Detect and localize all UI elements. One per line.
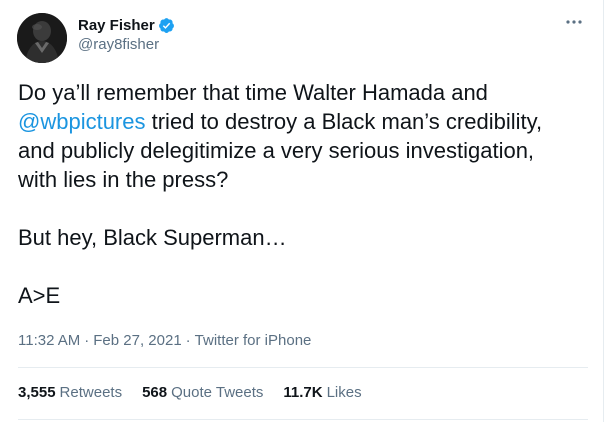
more-horizontal-icon <box>566 20 582 24</box>
more-options-button[interactable] <box>562 12 586 32</box>
tweet-line-3: and publicly delegitimize a very serious… <box>18 138 535 163</box>
tweet-time[interactable]: 11:32 AM <box>18 332 80 349</box>
author-handle[interactable]: @ray8fisher <box>78 36 159 53</box>
quote-tweets-label: Quote Tweets <box>171 384 264 401</box>
divider-bottom <box>18 419 588 420</box>
meta-separator: · <box>185 332 191 349</box>
meta-separator: · <box>84 332 90 349</box>
tweet-line-1: Do ya’ll remember that time Walter Hamad… <box>18 80 488 105</box>
tweet-stats: 3,555 Retweets 568 Quote Tweets 11.7K Li… <box>18 384 382 401</box>
quote-tweets-count: 568 <box>142 384 168 401</box>
tweet-line-2: @wbpictures tried to destroy a Black man… <box>18 107 588 136</box>
author-name-row: Ray Fisher <box>78 15 175 35</box>
tweet-date[interactable]: Feb 27, 2021 <box>93 332 181 349</box>
tweet-card: Ray Fisher @ray8fisher Do ya’ll remember… <box>0 0 604 422</box>
mention-link[interactable]: @wbpictures <box>18 109 146 134</box>
likes-count: 11.7K <box>283 384 323 401</box>
avatar[interactable] <box>17 13 67 63</box>
retweets-stat[interactable]: 3,555 Retweets <box>18 384 122 401</box>
tweet-line-4: with lies in the press? <box>18 167 229 192</box>
retweets-count: 3,555 <box>18 384 56 401</box>
tweet-source[interactable]: Twitter for iPhone <box>195 332 312 349</box>
quote-tweets-stat[interactable]: 568 Quote Tweets <box>142 384 263 401</box>
retweets-label: Retweets <box>59 384 123 401</box>
likes-label: Likes <box>326 384 362 401</box>
tweet-line-2-rest: tried to destroy a Black man’s credibili… <box>145 109 543 134</box>
tweet-line-5: But hey, Black Superman… <box>18 225 287 250</box>
tweet-meta: 11:32 AM · Feb 27, 2021 · Twitter for iP… <box>18 332 311 349</box>
verified-badge-icon <box>158 17 175 34</box>
divider <box>18 367 588 368</box>
author-display-name[interactable]: Ray Fisher <box>78 17 155 34</box>
tweet-line-6: A>E <box>18 283 61 308</box>
tweet-text: Do ya’ll remember that time Walter Hamad… <box>18 78 588 310</box>
avatar-image <box>17 13 67 63</box>
likes-stat[interactable]: 11.7K Likes <box>283 384 361 401</box>
